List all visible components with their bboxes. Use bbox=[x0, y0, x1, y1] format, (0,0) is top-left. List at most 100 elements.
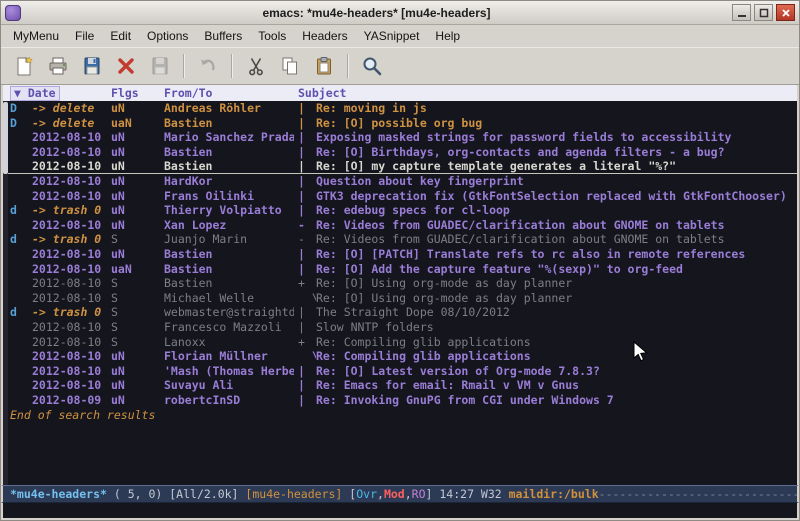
message-flags: uN bbox=[106, 203, 158, 218]
modeline-segment: ---------------------------------------- bbox=[599, 487, 799, 501]
column-header-from: From/To bbox=[158, 85, 294, 101]
save-button[interactable] bbox=[76, 51, 108, 81]
undo-button[interactable] bbox=[192, 51, 224, 81]
menu-item-mymenu[interactable]: MyMenu bbox=[5, 27, 67, 45]
close-button[interactable] bbox=[776, 4, 795, 21]
message-row[interactable]: 2012-08-09uNrobertcInSD|Re: Invoking Gnu… bbox=[3, 393, 797, 408]
message-row[interactable]: 2012-08-10uNFlorian Müllner \Re: Compili… bbox=[3, 349, 797, 364]
message-subject: Question about key fingerprint bbox=[316, 174, 797, 189]
message-row[interactable]: d-> trash 0SJuanjo Marin-Re: Videos from… bbox=[3, 232, 797, 247]
message-mark bbox=[10, 364, 32, 379]
menu-item-edit[interactable]: Edit bbox=[102, 27, 139, 45]
column-header-date: ▼ Date bbox=[10, 85, 106, 101]
message-date: 2012-08-10 bbox=[32, 218, 106, 233]
message-row[interactable]: 2012-08-10SMichael Welle \Re: [O] Using … bbox=[3, 291, 797, 306]
mu4e-headers-buffer: ▼ Date Flgs From/To Subject D-> deleteuN… bbox=[1, 85, 799, 485]
message-row[interactable]: 2012-08-10uaNBastien|Re: [O] Add the cap… bbox=[3, 262, 797, 277]
message-row[interactable]: d-> trash 0uNThierry Volpiatto|Re: edebu… bbox=[3, 203, 797, 218]
message-mark bbox=[10, 393, 32, 408]
message-row[interactable]: 2012-08-10uNBastien|Re: [O] my capture t… bbox=[3, 159, 797, 174]
message-row[interactable]: 2012-08-10uNXan Lopez-Re: Videos from GU… bbox=[3, 218, 797, 233]
message-row[interactable]: 2012-08-10uN'Mash (Thomas Herbert)|Re: [… bbox=[3, 364, 797, 379]
message-flags: S bbox=[106, 276, 158, 291]
message-date: 2012-08-10 bbox=[32, 247, 106, 262]
maximize-button[interactable] bbox=[754, 4, 773, 21]
message-row[interactable]: 2012-08-10SLanoxx+Re: Compiling glib app… bbox=[3, 335, 797, 350]
menu-item-options[interactable]: Options bbox=[139, 27, 196, 45]
message-subject: Re: Videos from GUADEC/clarification abo… bbox=[316, 218, 797, 233]
modeline-segment: ] bbox=[426, 487, 440, 501]
message-subject: GTK3 deprecation fix (GtkFontSelection r… bbox=[316, 189, 797, 204]
menu-item-tools[interactable]: Tools bbox=[250, 27, 294, 45]
message-date: -> delete bbox=[32, 101, 106, 116]
emacs-window: emacs: *mu4e-headers* [mu4e-headers] MyM… bbox=[0, 0, 800, 521]
titlebar[interactable]: emacs: *mu4e-headers* [mu4e-headers] bbox=[1, 1, 799, 25]
message-mark bbox=[10, 159, 32, 173]
menu-item-yasnippet[interactable]: YASnippet bbox=[356, 27, 428, 45]
cut-button[interactable] bbox=[240, 51, 272, 81]
message-from: Lanoxx bbox=[158, 335, 294, 350]
menu-item-file[interactable]: File bbox=[67, 27, 102, 45]
message-date: 2012-08-10 bbox=[32, 189, 106, 204]
paste-button[interactable] bbox=[308, 51, 340, 81]
new-file-button[interactable] bbox=[8, 51, 40, 81]
message-row[interactable]: 2012-08-10uNBastien|Re: [O] [PATCH] Tran… bbox=[3, 247, 797, 262]
minimize-button[interactable] bbox=[732, 4, 751, 21]
message-mark: d bbox=[10, 305, 32, 320]
thread-separator: | bbox=[294, 174, 316, 189]
copy-button[interactable] bbox=[274, 51, 306, 81]
message-mark bbox=[10, 189, 32, 204]
message-from: HardKor bbox=[158, 174, 294, 189]
message-row[interactable]: 2012-08-10uNMario Sanchez Prada|Exposing… bbox=[3, 130, 797, 145]
message-row[interactable]: 2012-08-10SBastien+Re: [O] Using org-mod… bbox=[3, 276, 797, 291]
search-button[interactable] bbox=[356, 51, 388, 81]
message-row[interactable]: 2012-08-10uNBastien|Re: [O] Birthdays, o… bbox=[3, 145, 797, 160]
modeline-segment: maildir:/bulk bbox=[509, 487, 599, 501]
menu-item-help[interactable]: Help bbox=[427, 27, 468, 45]
message-from: Michael Welle bbox=[158, 291, 294, 306]
message-row[interactable]: D-> deleteuaNBastien|Re: [O] possible or… bbox=[3, 116, 797, 131]
message-from: Xan Lopez bbox=[158, 218, 294, 233]
thread-separator: | bbox=[294, 378, 316, 393]
menu-item-buffers[interactable]: Buffers bbox=[196, 27, 250, 45]
message-flags: uaN bbox=[106, 116, 158, 131]
message-flags: uN bbox=[106, 247, 158, 262]
message-date: 2012-08-10 bbox=[32, 349, 106, 364]
message-mark bbox=[10, 247, 32, 262]
message-row[interactable]: 2012-08-10uNHardKor|Question about key f… bbox=[3, 174, 797, 189]
message-row[interactable]: 2012-08-10uNFrans Oilinki|GTK3 deprecati… bbox=[3, 189, 797, 204]
message-subject: Re: [O] Add the capture feature "%(sexp)… bbox=[316, 262, 797, 277]
save-icon bbox=[81, 55, 103, 77]
message-row[interactable]: 2012-08-10uNSuvayu Ali|Re: Emacs for ema… bbox=[3, 378, 797, 393]
print-button[interactable] bbox=[42, 51, 74, 81]
thread-separator: + bbox=[294, 276, 316, 291]
thread-separator: | bbox=[294, 189, 316, 204]
message-mark bbox=[10, 291, 32, 306]
close-buffer-button[interactable] bbox=[110, 51, 142, 81]
message-date: 2012-08-10 bbox=[32, 291, 106, 306]
message-row[interactable]: D-> deleteuNAndreas Röhler|Re: moving in… bbox=[3, 101, 797, 116]
message-flags: uN bbox=[106, 189, 158, 204]
save-as-button[interactable] bbox=[144, 51, 176, 81]
message-row[interactable]: d-> trash 0Swebmaster@straightd...|The S… bbox=[3, 305, 797, 320]
message-subject: Re: [O] [PATCH] Translate refs to rc als… bbox=[316, 247, 797, 262]
modeline-text: *mu4e-headers* ( 5, 0) [All/2.0k] [mu4e-… bbox=[10, 487, 799, 501]
message-subject: Re: moving in js bbox=[316, 101, 797, 116]
print-icon bbox=[47, 55, 69, 77]
message-date: -> trash 0 bbox=[32, 305, 106, 320]
message-flags: uN bbox=[106, 393, 158, 408]
message-from: Frans Oilinki bbox=[158, 189, 294, 204]
echo-area[interactable] bbox=[1, 503, 799, 520]
message-date: 2012-08-10 bbox=[32, 159, 106, 173]
message-flags: S bbox=[106, 320, 158, 335]
message-mark: d bbox=[10, 203, 32, 218]
message-flags: uN bbox=[106, 159, 158, 173]
message-date: 2012-08-10 bbox=[32, 320, 106, 335]
modeline-segment: 14:27 bbox=[439, 487, 481, 501]
scrollbar-thumb[interactable] bbox=[3, 102, 8, 174]
message-subject: Re: [O] possible org bug bbox=[316, 116, 797, 131]
menu-item-headers[interactable]: Headers bbox=[294, 27, 355, 45]
message-subject: Re: [O] Using org-mode as day planner bbox=[316, 276, 797, 291]
vertical-scrollbar[interactable] bbox=[3, 101, 8, 485]
message-row[interactable]: 2012-08-10SFrancesco Mazzoli|Slow NNTP f… bbox=[3, 320, 797, 335]
